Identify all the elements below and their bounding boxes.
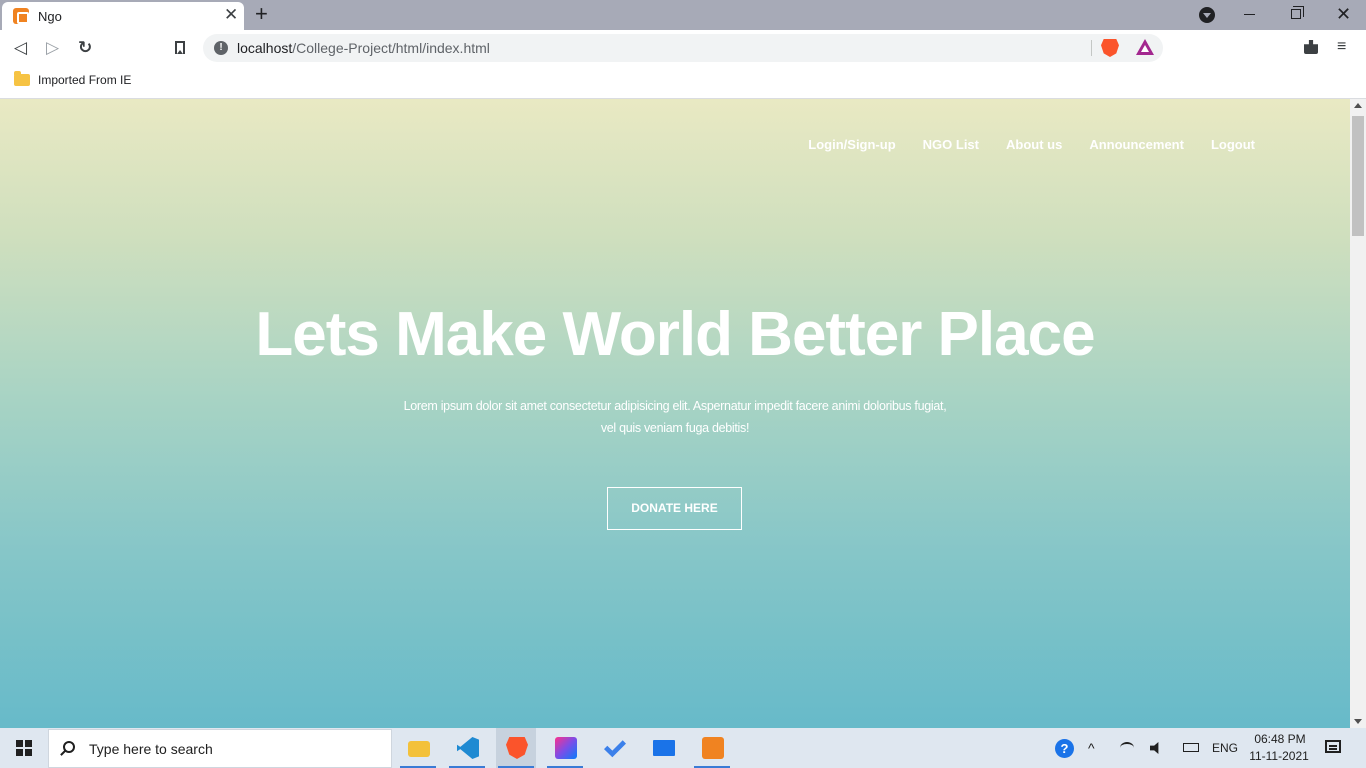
clock-date[interactable]: 11-11-2021 [1246,749,1312,763]
nav-ngo-list[interactable]: NGO List [923,137,979,152]
page-viewport: Login/Sign-up NGO List About us Announce… [0,99,1350,728]
taskbar-intellij[interactable] [545,728,585,768]
scroll-up-arrow-icon[interactable] [1354,103,1362,108]
todo-icon [604,740,626,758]
windows-start-icon[interactable] [16,740,32,756]
brave-icon [506,737,528,759]
xampp-icon [702,737,724,759]
brave-shields-icon[interactable] [1101,39,1119,57]
browser-tab[interactable]: Ngo ✕ [2,2,244,30]
browser-toolbar: ◁ ▷ ↻ ! localhost/College-Project/html/i… [0,30,1366,66]
taskbar-mail[interactable] [643,728,683,768]
file-explorer-icon [408,741,430,757]
nav-logout[interactable]: Logout [1211,137,1255,152]
nav-login-signup[interactable]: Login/Sign-up [808,137,895,152]
url-text[interactable]: localhost/College-Project/html/index.htm… [237,40,490,56]
intellij-icon [555,737,577,759]
back-button[interactable]: ◁ [14,38,27,58]
minimize-button[interactable] [1244,14,1255,15]
address-bar[interactable]: ! localhost/College-Project/html/index.h… [203,34,1163,62]
tab-title: Ngo [38,9,62,24]
tab-bar: Ngo ✕ + ✕ [0,0,1366,30]
bookmark-icon[interactable] [175,41,185,54]
taskbar-xampp[interactable] [692,728,732,768]
nav-about-us[interactable]: About us [1006,137,1062,152]
tab-search-icon[interactable] [1199,7,1215,23]
battery-icon[interactable] [1183,743,1199,752]
windows-taskbar: Type here to search ? ^ ENG 06:48 PM 11-… [0,728,1366,768]
hero-subtitle: Lorem ipsum dolor sit amet consectetur a… [375,395,975,439]
site-nav: Login/Sign-up NGO List About us Announce… [808,137,1255,152]
show-hidden-icons-chevron-icon[interactable]: ^ [1088,739,1095,757]
url-host: localhost [237,40,293,56]
folder-icon [14,71,30,86]
taskbar-search-box[interactable]: Type here to search [48,729,392,768]
scroll-thumb[interactable] [1352,116,1364,236]
restore-button[interactable] [1291,6,1304,19]
clock-time[interactable]: 06:48 PM [1250,732,1310,746]
taskbar-search-placeholder: Type here to search [89,741,213,757]
close-window-button[interactable]: ✕ [1336,4,1351,24]
extensions-icon[interactable] [1304,40,1318,54]
forward-button[interactable]: ▷ [46,38,59,58]
search-icon [63,741,75,753]
language-indicator[interactable]: ENG [1212,739,1238,757]
taskbar-vscode[interactable] [447,728,487,768]
reload-button[interactable]: ↻ [78,38,92,58]
volume-icon[interactable] [1150,742,1159,754]
mail-icon [653,740,675,756]
url-path: /College-Project/html/index.html [292,40,490,56]
donate-button[interactable]: DONATE HERE [607,487,742,530]
tab-close-icon[interactable]: ✕ [224,6,238,24]
nav-announcement[interactable]: Announcement [1089,137,1184,152]
wifi-icon[interactable] [1120,742,1134,754]
brave-rewards-icon[interactable] [1136,39,1154,55]
scroll-down-arrow-icon[interactable] [1354,719,1362,724]
hero-subtitle-line-2: vel quis veniam fuga debitis! [600,421,750,435]
page-scrollbar[interactable] [1350,99,1366,728]
hero-title: Lets Make World Better Place [255,300,1095,369]
omnibox-divider [1091,40,1092,56]
hero-subtitle-line-1: Lorem ipsum dolor sit amet consectetur a… [403,399,947,413]
notification-center-icon[interactable] [1325,740,1341,753]
site-info-icon[interactable]: ! [214,41,228,55]
vscode-icon [457,737,479,759]
bookmark-folder-imported[interactable]: Imported From IE [38,73,131,87]
browser-menu-icon[interactable]: ≡ [1337,38,1346,56]
new-tab-button[interactable]: + [255,1,268,27]
taskbar-file-explorer[interactable] [398,728,438,768]
help-icon[interactable]: ? [1055,739,1074,758]
xampp-favicon-icon [13,8,29,24]
taskbar-todo[interactable] [594,728,634,768]
bookmarks-bar: Imported From IE [0,66,1366,99]
taskbar-brave[interactable] [496,728,536,768]
